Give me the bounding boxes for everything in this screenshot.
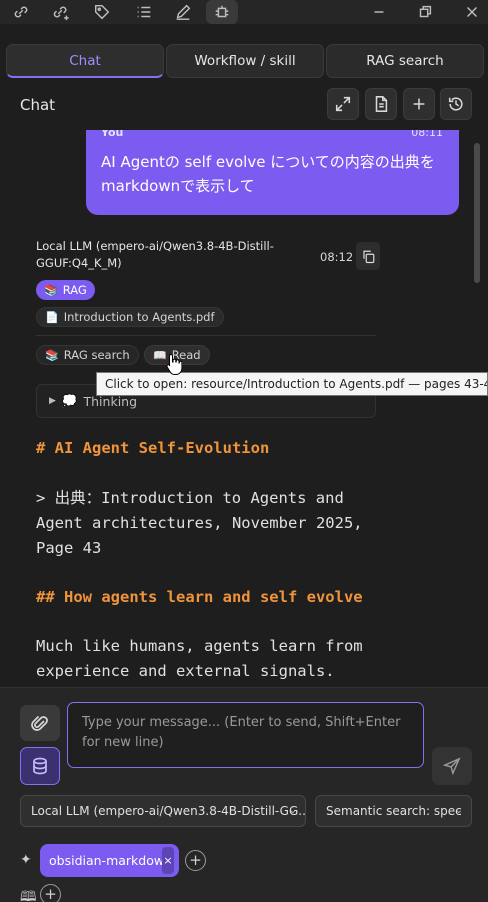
book-icon: 🕮 [20,889,37,902]
top-toolbar [0,0,488,24]
document-icon [375,96,388,112]
database-icon [33,757,47,775]
tab-workflow-skill[interactable]: Workflow / skill [166,44,324,78]
markdown-paragraph-line-2: experience and external signals. [36,662,335,680]
search-mode-value: Semantic search: spec [326,804,462,818]
thought-bubble-icon: 💭 [61,393,78,408]
expand-icon [335,96,351,112]
source-file-label: Introduction to Agents.pdf [63,310,215,324]
file-icon: 📄 [45,310,59,324]
ai-model-label: Local LLM (empero-ai/Qwen3.8-4B-Distill-… [36,239,274,270]
hand-cursor-icon [166,353,182,375]
message-input[interactable] [67,702,424,768]
page-title: Chat [20,96,56,114]
user-message: You 08:11 AI Agentの self evolve についての内容の… [86,130,459,215]
markdown-heading-2: ## How agents learn and self evolve [36,588,363,606]
triangle-right-icon: ▶ [49,396,56,406]
skill-chip-obsidian-markdown[interactable]: obsidian-markdown [40,844,179,877]
message-sender: You [101,130,124,139]
copy-button[interactable] [356,242,380,270]
add-skill-button[interactable]: + [185,850,206,871]
source-file-chip[interactable]: 📄 Introduction to Agents.pdf [36,307,224,327]
ai-message-time: 08:12 [320,250,354,264]
llm-model-value: Local LLM (empero-ai/Qwen3.8-4B-Distill-… [31,804,306,818]
history-icon [448,97,463,111]
llm-model-select[interactable]: Local LLM (empero-ai/Qwen3.8-4B-Distill-… [20,795,306,827]
link-add-icon[interactable] [45,0,77,24]
read-tooltip: Click to open: resource/Introduction to … [96,372,488,396]
history-button[interactable] [440,88,472,120]
send-icon [443,757,461,775]
rag-database-toggle[interactable] [20,747,60,785]
markdown-paragraph-line-1: Much like humans, agents learn from [36,637,363,655]
plus-icon [413,98,425,110]
copy-icon [362,250,374,263]
minimize-icon[interactable] [363,0,395,24]
link-search-icon[interactable] [5,0,37,24]
bot-icon[interactable] [206,0,238,24]
restore-icon[interactable] [409,0,441,24]
expand-button[interactable] [327,88,359,120]
remove-skill-button[interactable]: × [162,847,174,874]
message-text: AI Agentの self evolve についての内容の出典をmarkdow… [101,153,435,195]
paperclip-icon [31,715,48,731]
list-icon[interactable] [128,0,160,24]
send-button[interactable] [432,747,472,785]
document-button[interactable] [365,88,397,120]
tab-rag-search[interactable]: RAG search [326,44,484,78]
attach-button[interactable] [20,705,60,741]
tag-icon[interactable] [86,0,118,24]
tab-bar: Chat Workflow / skill RAG search [6,44,484,78]
rag-search-label: RAG search [63,348,130,362]
divider [36,335,376,336]
books-icon: 📚 [44,283,58,297]
chevron-down-icon: ⌄ [288,805,297,816]
tab-chat[interactable]: Chat [6,44,164,78]
markdown-quote-line-2: Agent architectures, November 2025, [36,514,363,532]
search-mode-select[interactable]: Semantic search: spec ⌄ [315,795,472,827]
skill-chip-label: obsidian-markdown [49,853,173,868]
add-reference-button[interactable]: + [40,884,61,902]
sparkle-icon: ✦ [20,852,32,868]
chat-scrollbar[interactable] [474,143,480,283]
new-chat-button[interactable] [403,88,435,120]
chat-messages[interactable]: You 08:11 AI Agentの self evolve についての内容の… [8,130,484,687]
close-icon[interactable] [456,0,488,24]
rag-badge-label: RAG [62,283,87,297]
rag-badge: 📚 RAG [36,280,95,300]
chevron-down-icon: ⌄ [454,805,463,816]
books-icon: 📚 [45,348,59,362]
message-time: 08:11 [411,130,443,139]
markdown-heading-1: # AI Agent Self-Evolution [36,439,270,457]
open-book-icon: 📖 [153,348,167,362]
rag-search-chip[interactable]: 📚 RAG search [36,345,139,365]
markdown-quote-line-3: Page 43 [36,539,102,557]
pencil-icon[interactable] [167,0,199,24]
markdown-quote-line-1: > 出典：Introduction to Agents and [36,489,344,507]
